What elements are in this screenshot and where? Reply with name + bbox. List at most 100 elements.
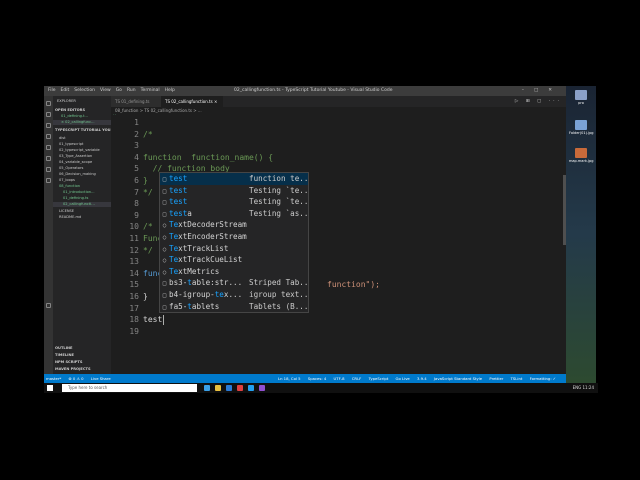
suggestion-item[interactable]: ○ TextTrackList bbox=[160, 243, 308, 255]
suggestion-item[interactable]: □ b4-igroup-tex... igroup text... bbox=[160, 289, 308, 301]
docker-icon[interactable] bbox=[46, 167, 51, 172]
taskbar: Type here to search ENG 11:24 bbox=[44, 383, 598, 393]
cursor-position[interactable]: Ln 18, Col 5 bbox=[278, 376, 301, 381]
js-standard-style[interactable]: JavaScript Standard Style bbox=[434, 376, 482, 381]
formatting[interactable]: Formatting: ✓ bbox=[530, 376, 556, 381]
language-mode[interactable]: TypeScript bbox=[369, 376, 389, 381]
chrome-icon[interactable] bbox=[237, 385, 243, 391]
line-number: 12 bbox=[129, 245, 139, 255]
menu-run[interactable]: Run bbox=[127, 88, 136, 93]
suggestion-item[interactable]: □ test Testing `te... bbox=[160, 196, 308, 208]
store-icon[interactable] bbox=[226, 385, 232, 391]
menu-go[interactable]: Go bbox=[116, 88, 122, 93]
vscode-icon[interactable] bbox=[248, 385, 254, 391]
windows-start-icon[interactable] bbox=[47, 385, 53, 391]
search-icon[interactable] bbox=[46, 112, 51, 117]
suggestion-item[interactable]: ○ TextEncoderStream bbox=[160, 231, 308, 243]
outline-section[interactable]: OUTLINE bbox=[55, 346, 113, 351]
go-live[interactable]: Go Live bbox=[396, 376, 410, 381]
settings-icon[interactable] bbox=[46, 303, 51, 308]
line-number: 8 bbox=[134, 199, 139, 209]
suggestion-item[interactable]: □ test function te... bbox=[160, 173, 308, 185]
prettier[interactable]: Prettier bbox=[489, 376, 503, 381]
tree-item[interactable]: 03_Type_Assertion bbox=[59, 154, 117, 159]
line-number: 1 bbox=[134, 118, 139, 127]
desktop-background: pro Folder(01).jpg map.mark.jpg bbox=[566, 86, 596, 383]
file-explorer-icon[interactable] bbox=[215, 385, 221, 391]
menu-terminal[interactable]: Terminal bbox=[141, 88, 160, 93]
tree-item[interactable]: README.md bbox=[59, 215, 117, 220]
live-share-icon[interactable] bbox=[46, 178, 51, 183]
activity-bar bbox=[44, 96, 53, 374]
tree-item[interactable]: 01_typescript bbox=[59, 142, 117, 147]
branch-status[interactable]: master* bbox=[46, 376, 61, 381]
suggestion-item[interactable]: ○ TextDecoderStream bbox=[160, 219, 308, 231]
tree-item[interactable]: 02_typescript_variable bbox=[59, 148, 117, 153]
remote-icon[interactable] bbox=[46, 156, 51, 161]
code-line-12: */ bbox=[143, 245, 153, 255]
title-bar: File Edit Selection View Go Run Terminal Help 0… bbox=[44, 86, 566, 96]
tree-item[interactable]: LICENSE bbox=[59, 209, 117, 214]
live-share-status[interactable]: Live Share bbox=[91, 376, 111, 381]
code-line-4: function function_name() { bbox=[143, 152, 274, 162]
timeline-section[interactable]: TIMELINE bbox=[55, 353, 113, 358]
menu-edit[interactable]: Edit bbox=[61, 88, 70, 93]
indentation[interactable]: Spaces: 4 bbox=[308, 376, 326, 381]
tslint[interactable]: TSLint bbox=[511, 376, 523, 381]
autocomplete-list: □ test function te... □ test Testing `te... … bbox=[159, 172, 309, 313]
eol[interactable]: CRLF bbox=[352, 376, 362, 381]
line-number: 16 bbox=[129, 292, 139, 301]
tab-02-callingfunction[interactable]: TS 02_callingfunction.ts × bbox=[161, 96, 223, 107]
suggestion-item[interactable]: ○ TextMetrics bbox=[160, 266, 308, 278]
tree-item[interactable]: 05_Operators bbox=[59, 166, 117, 171]
source-control-icon[interactable] bbox=[46, 123, 51, 128]
line-number: 13 bbox=[129, 257, 139, 267]
maven-section[interactable]: MAVEN PROJECTS bbox=[55, 367, 113, 372]
ts-version[interactable]: 3.9.4 bbox=[417, 376, 427, 381]
tree-item[interactable]: dist bbox=[59, 136, 117, 141]
extensions-icon[interactable] bbox=[46, 145, 51, 150]
tree-item[interactable]: 04_variable_scope bbox=[59, 160, 117, 165]
npm-scripts-section[interactable]: NPM SCRIPTS bbox=[55, 360, 113, 365]
code-line-16: } bbox=[143, 292, 148, 301]
tree-item[interactable]: 08_function bbox=[59, 184, 117, 189]
menu-file[interactable]: File bbox=[48, 88, 56, 93]
desktop-icon[interactable]: Folder(01).jpg bbox=[569, 120, 594, 135]
tab-01-defining[interactable]: TS 01_defining.ts bbox=[111, 96, 161, 107]
tree-item[interactable]: 07_loops bbox=[59, 178, 117, 183]
line-number: 10 bbox=[129, 222, 139, 232]
menu-selection[interactable]: Selection bbox=[74, 88, 95, 93]
line-number: 11 bbox=[129, 234, 139, 243]
line-number: 3 bbox=[134, 141, 139, 151]
run-icon[interactable] bbox=[46, 134, 51, 139]
encoding[interactable]: UTF-8 bbox=[333, 376, 344, 381]
suggestion-item[interactable]: □ testa Testing `as... bbox=[160, 208, 308, 220]
menu-help[interactable]: Help bbox=[165, 88, 175, 93]
open-editors-header[interactable]: OPEN EDITORS bbox=[55, 108, 113, 113]
editor-actions[interactable]: ▷ ⊞ ▢ ··· bbox=[515, 96, 562, 107]
code-line-6: } bbox=[143, 176, 148, 185]
tree-item[interactable]: 06_Decision_making bbox=[59, 172, 117, 177]
edge-icon[interactable] bbox=[204, 385, 210, 391]
suggestion-item[interactable]: □ test Testing `te... bbox=[160, 185, 308, 197]
breadcrumb[interactable]: 08_function > TS 02_callingfunction.ts >… bbox=[111, 107, 566, 115]
status-bar: master* ⊗ 0 ⚠ 0 Live Share Ln 18, Col 5 … bbox=[44, 374, 566, 383]
desktop-icon[interactable]: map.mark.jpg bbox=[569, 148, 593, 163]
suggestion-item[interactable]: ○ TextTrackCueList bbox=[160, 254, 308, 266]
system-tray[interactable]: ENG 11:24 bbox=[573, 383, 594, 393]
line-number: 6 bbox=[134, 176, 139, 185]
menu-view[interactable]: View bbox=[100, 88, 111, 93]
project-header[interactable]: TYPESCRIPT TUTORIAL YOU... bbox=[55, 128, 113, 133]
problems-status[interactable]: ⊗ 0 ⚠ 0 bbox=[69, 376, 84, 381]
app-icon[interactable] bbox=[259, 385, 265, 391]
suggestion-item[interactable]: □ fa5-tablets Tablets (B... bbox=[160, 301, 308, 313]
explorer-icon[interactable] bbox=[46, 101, 51, 106]
text-cursor bbox=[163, 315, 164, 325]
line-number: 4 bbox=[134, 152, 139, 162]
window-controls[interactable]: –□✕ bbox=[522, 86, 562, 96]
desktop-icon[interactable]: pro bbox=[569, 90, 593, 105]
line-number: 2 bbox=[134, 129, 139, 139]
suggestion-item[interactable]: □ bs3-table:str... Striped Tab... bbox=[160, 277, 308, 289]
taskbar-search[interactable]: Type here to search bbox=[62, 384, 197, 392]
open-editor-item[interactable]: × 02_callingfunc...U bbox=[53, 120, 119, 125]
